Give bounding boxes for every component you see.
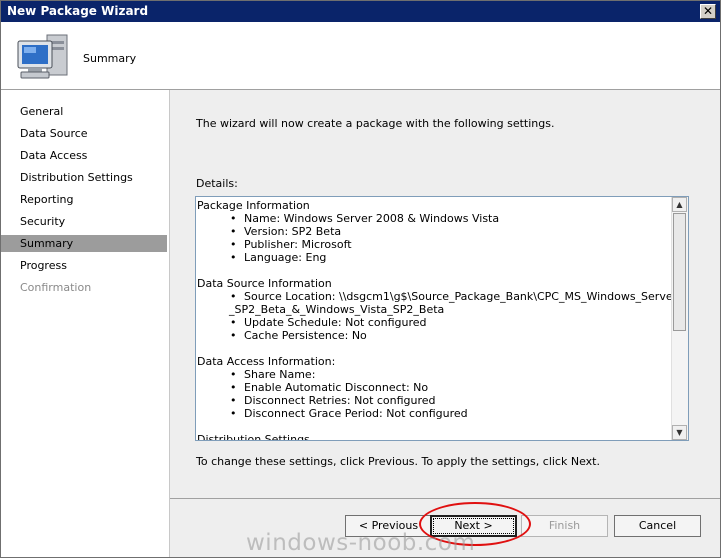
detail-line: Language: Eng (196, 251, 670, 264)
details-scrollbar[interactable]: ▲ ▼ (671, 197, 688, 440)
nav-item-reporting[interactable]: Reporting (1, 191, 167, 208)
scroll-thumb[interactable] (673, 213, 686, 331)
nav-item-confirmation: Confirmation (20, 281, 92, 294)
detail-line: Share Name: (196, 368, 670, 381)
detail-line: Disconnect Retries: Not configured (196, 394, 670, 407)
arrow-down-icon: ▼ (676, 428, 683, 437)
detail-line: Update Schedule: Not configured (196, 316, 670, 329)
nav-item-progress[interactable]: Progress (1, 257, 167, 274)
details-textbox[interactable]: Package Information Name: Windows Server… (195, 196, 689, 441)
close-icon: ✕ (702, 4, 714, 18)
header-title: Summary (83, 52, 137, 65)
scroll-up-button[interactable]: ▲ (672, 197, 687, 212)
arrow-up-icon: ▲ (676, 200, 683, 209)
section-title: Package Information (197, 199, 310, 212)
detail-line: Cache Persistence: No (196, 329, 670, 342)
detail-line: Publisher: Microsoft (196, 238, 670, 251)
detail-line: Version: SP2 Beta (196, 225, 670, 238)
section-title: Distribution Settings (197, 433, 310, 441)
title-bar: New Package Wizard ✕ (1, 1, 720, 22)
detail-line: Source Location: \\dsgcm1\g$\Source_Pack… (196, 290, 688, 303)
nav-item-general[interactable]: General (1, 103, 167, 120)
nav-item-security[interactable]: Security (1, 213, 167, 230)
nav-item-data-source[interactable]: Data Source (1, 125, 167, 142)
detail-line: Disconnect Grace Period: Not configured (196, 407, 670, 420)
wizard-nav: General Data Source Data Access Distribu… (1, 90, 170, 557)
divider (170, 498, 720, 499)
details-content: Package Information Name: Windows Server… (196, 199, 688, 441)
nav-item-distribution-settings[interactable]: Distribution Settings (1, 169, 167, 186)
finish-button: Finish (521, 515, 608, 537)
close-button[interactable]: ✕ (700, 4, 716, 19)
nav-item-summary[interactable]: Summary (1, 235, 167, 252)
wizard-header: Summary (1, 22, 720, 90)
section-title: Data Source Information (197, 277, 332, 290)
scroll-down-button[interactable]: ▼ (672, 425, 687, 440)
intro-text: The wizard will now create a package wit… (196, 117, 555, 130)
nav-item-data-access[interactable]: Data Access (1, 147, 167, 164)
instructions-text: To change these settings, click Previous… (196, 455, 600, 468)
section-title: Data Access Information: (197, 355, 336, 368)
watermark: windows-noob.com (246, 530, 476, 556)
details-label: Details: (196, 177, 238, 190)
computer-icon (17, 34, 68, 79)
detail-line-continued: _SP2_Beta_&_Windows_Vista_SP2_Beta (229, 303, 445, 316)
detail-line: Enable Automatic Disconnect: No (196, 381, 670, 394)
detail-line: Name: Windows Server 2008 & Windows Vist… (196, 212, 670, 225)
wizard-window: New Package Wizard ✕ Summary General Dat… (0, 0, 721, 558)
cancel-button[interactable]: Cancel (614, 515, 701, 537)
window-title: New Package Wizard (7, 4, 149, 18)
